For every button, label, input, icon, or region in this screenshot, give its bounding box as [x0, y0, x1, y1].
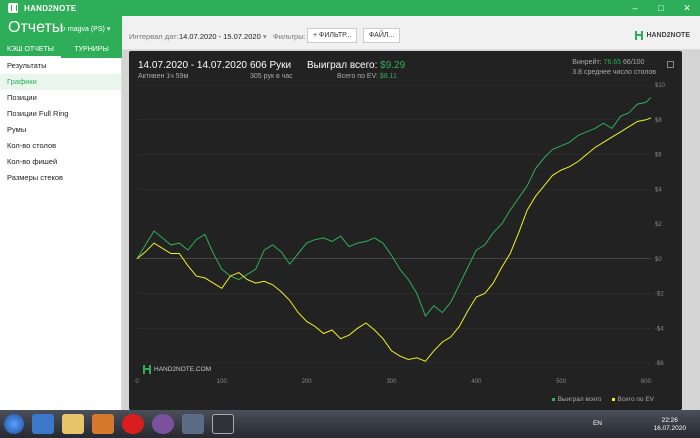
add-filter-button[interactable]: + ФИЛЬТР... — [307, 28, 358, 43]
y-tick-label: $2 — [655, 222, 662, 228]
legend-label: Всего по EV — [617, 396, 654, 403]
language-indicator[interactable]: EN — [593, 420, 602, 427]
report-tabs: КЭШ ОТЧЕТЫ ТУРНИРЫ — [0, 44, 122, 58]
file-button[interactable]: ФАЙЛ... — [363, 28, 401, 43]
x-tick-label: 600 — [641, 379, 652, 385]
y-tick-label: -$6 — [655, 361, 664, 367]
account-name: magva (PS) — [67, 25, 105, 33]
x-tick-label: 500 — [556, 379, 567, 385]
ie-icon[interactable] — [32, 414, 54, 434]
sidebar-item-results[interactable]: Результаты — [0, 58, 121, 74]
sidebar-item-rooms[interactable]: Румы — [0, 122, 121, 138]
start-button[interactable] — [4, 414, 24, 434]
legend-item-ev[interactable]: Всего по EV — [611, 396, 654, 403]
chart-panel: 14.07.2020 - 14.07.2020 Активен 1ч 59м 6… — [129, 51, 682, 410]
date-interval-select[interactable]: 14.07.2020 - 15.07.2020 ▾ — [179, 32, 267, 41]
sidebar-item-graphs[interactable]: Графики — [0, 74, 121, 90]
x-tick-label: 300 — [386, 379, 397, 385]
y-tick-label: $4 — [655, 187, 662, 193]
x-tick-label: 400 — [471, 379, 482, 385]
chevron-down-icon: ▾ — [106, 26, 111, 33]
chevron-down-icon: ▾ — [262, 32, 267, 41]
hand2note-taskbar-icon[interactable] — [212, 414, 234, 434]
x-tick-label: 200 — [302, 379, 313, 385]
sidebar-item-positions-full-ring[interactable]: Позиции Full Ring — [0, 106, 121, 122]
brand-logo: HAND2NOTE — [635, 31, 690, 40]
y-tick-label: -$4 — [655, 326, 664, 332]
taskbar: EN 22:26 16.07.2020 — [0, 410, 700, 438]
app-logo-icon — [8, 3, 18, 13]
y-tick-label: $10 — [655, 83, 666, 89]
chart-legend: Выиграл всего Всего по EV — [551, 396, 654, 403]
bankroll-chart: $10 $8 $6 $4 $2 $0 -$2 -$4 -$6 0 100 200 300 400 500 60… — [135, 83, 666, 385]
viber-icon[interactable] — [152, 414, 174, 434]
legend-swatch — [611, 397, 615, 401]
minimize-button[interactable]: – — [622, 0, 648, 16]
hand2note-logo-icon — [635, 31, 644, 40]
opera-icon[interactable] — [122, 414, 144, 434]
date-interval-value: 14.07.2020 - 15.07.2020 — [179, 32, 261, 41]
y-tick-label: -$2 — [655, 292, 664, 298]
brand-text: HAND2NOTE — [646, 32, 690, 39]
tab-tournaments[interactable]: ТУРНИРЫ — [61, 44, 122, 58]
y-tick-label: $6 — [655, 153, 662, 159]
filters-label: Фильтры: — [273, 32, 306, 41]
toolbar: Интервал дат: 14.07.2020 - 15.07.2020 ▾ … — [122, 16, 700, 50]
legend-label: Выиграл всего — [557, 396, 602, 403]
sidebar-item-positions[interactable]: Позиции — [0, 90, 121, 106]
interval-label: Интервал дат: — [129, 32, 179, 41]
y-tick-label: $8 — [655, 118, 662, 124]
close-button[interactable]: ✕ — [674, 0, 700, 16]
title-bar: HAND2NOTE – □ ✕ — [0, 0, 700, 16]
app-title: HAND2NOTE — [24, 3, 77, 13]
save-icon[interactable] — [182, 414, 204, 434]
window-controls: – □ ✕ — [622, 0, 700, 16]
hand2note-logo-icon — [143, 365, 151, 374]
folder-icon[interactable] — [62, 414, 84, 434]
page-title: Отчеты — [8, 19, 64, 36]
legend-swatch — [551, 397, 555, 401]
sidebar-header: Отчеты ↻ magva (PS) ▾ КЭШ ОТЧЕТЫ ТУРНИРЫ — [0, 16, 122, 58]
media-player-icon[interactable] — [92, 414, 114, 434]
sidebar: Результаты Графики Позиции Позиции Full … — [0, 58, 122, 410]
tab-cash-reports[interactable]: КЭШ ОТЧЕТЫ — [0, 44, 61, 58]
sidebar-item-table-count[interactable]: Кол-во столов — [0, 138, 121, 154]
y-tick-label: $0 — [655, 257, 662, 263]
watermark: HAND2NOTE.COM — [143, 365, 211, 374]
sidebar-item-stack-sizes[interactable]: Размеры стеков — [0, 170, 121, 186]
refresh-icon[interactable]: ↻ — [60, 25, 66, 33]
account-selector[interactable]: ↻ magva (PS) ▾ — [60, 25, 111, 34]
legend-item-won[interactable]: Выиграл всего — [551, 396, 602, 403]
maximize-button[interactable]: □ — [648, 0, 674, 16]
watermark-text: HAND2NOTE.COM — [154, 366, 212, 373]
x-tick-label: 0 — [135, 379, 139, 385]
clock[interactable]: 22:26 16.07.2020 — [653, 417, 686, 433]
x-tick-label: 100 — [217, 379, 228, 385]
sidebar-item-chip-count[interactable]: Кол-во фишей — [0, 154, 121, 170]
